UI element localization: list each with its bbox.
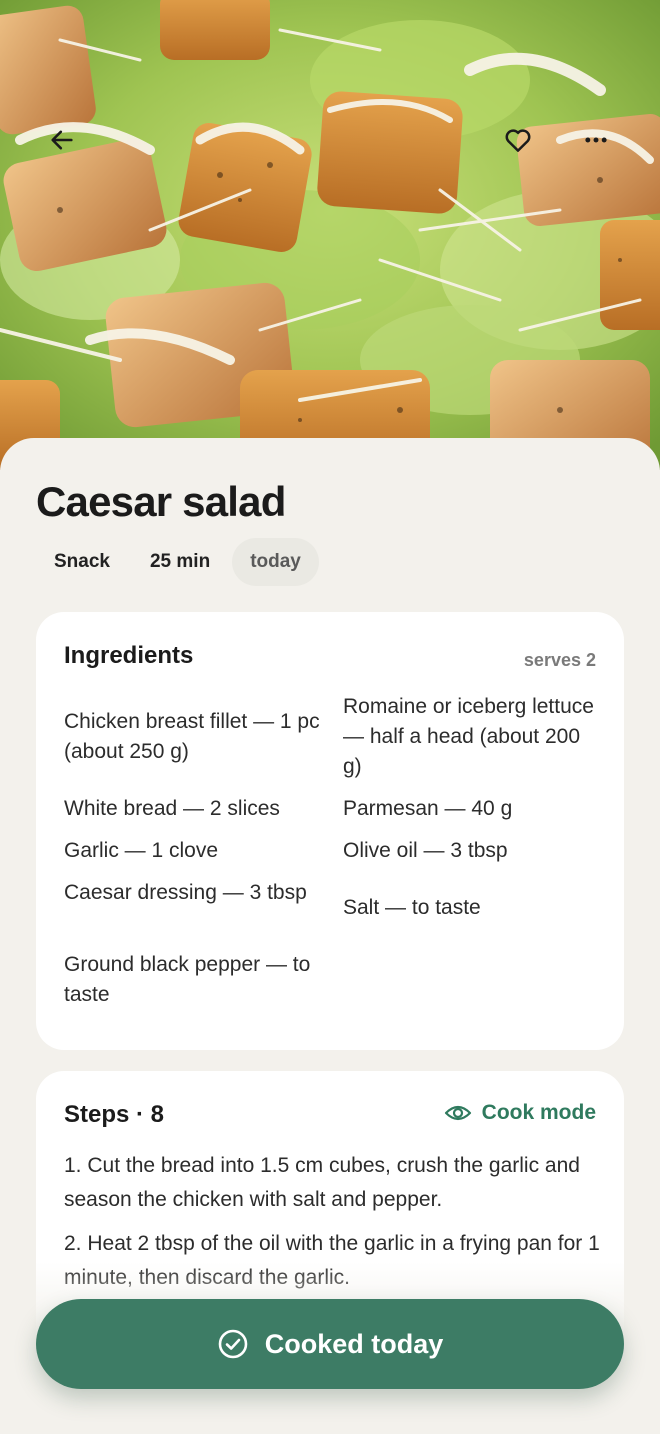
ingredient-item: White bread — 2 slices: [64, 797, 280, 820]
ingredients-title: Ingredients: [64, 642, 194, 669]
recipe-title: Caesar salad: [36, 478, 286, 525]
back-button[interactable]: [40, 118, 84, 162]
salad-photo: [0, 0, 660, 470]
cook-mode-button[interactable]: Cook mode: [444, 1101, 596, 1125]
ingredient-item: Caesar dressing — 3 tbsp: [64, 881, 307, 904]
eye-icon: [444, 1105, 471, 1121]
category-chip: Snack: [54, 551, 110, 572]
ingredient-item: Chicken breast fillet — 1 pc (about 250 …: [64, 710, 320, 763]
recipe-meta-chips: Snack 25 min today: [36, 538, 319, 586]
ingredient-item: Parmesan — 40 g: [343, 797, 513, 820]
cooked-today-label: Cooked today: [264, 1328, 444, 1359]
arrow-left-icon: [51, 130, 73, 150]
ingredient-item: Salt — to taste: [343, 896, 481, 919]
steps-title: Steps · 8: [64, 1101, 165, 1128]
hero-image: [0, 0, 660, 470]
ingredient-item: Olive oil — 3 tbsp: [343, 839, 508, 862]
more-options-button[interactable]: [574, 118, 618, 162]
time-chip: 25 min: [149, 551, 211, 572]
cook-mode-label: Cook mode: [481, 1101, 596, 1124]
check-circle-icon: [218, 1329, 248, 1359]
ingredient-item: Ground black pepper — to taste: [64, 953, 311, 1006]
date-chip: today: [232, 538, 319, 586]
ingredients-card: Ingredients serves 2 Chicken breast fill…: [36, 612, 624, 1050]
ingredient-item: Romaine or iceberg lettuce — half a head…: [343, 695, 594, 778]
ingredient-item: Garlic — 1 clove: [64, 839, 219, 862]
step-item: 1. Cut the bread into 1.5 cm cubes, crus…: [64, 1154, 580, 1211]
heart-outline-icon: [505, 129, 531, 152]
favorite-button[interactable]: [496, 118, 540, 162]
more-horizontal-icon: [585, 137, 607, 143]
cooked-today-button[interactable]: Cooked today: [36, 1299, 624, 1389]
servings-label: serves 2: [523, 650, 596, 670]
